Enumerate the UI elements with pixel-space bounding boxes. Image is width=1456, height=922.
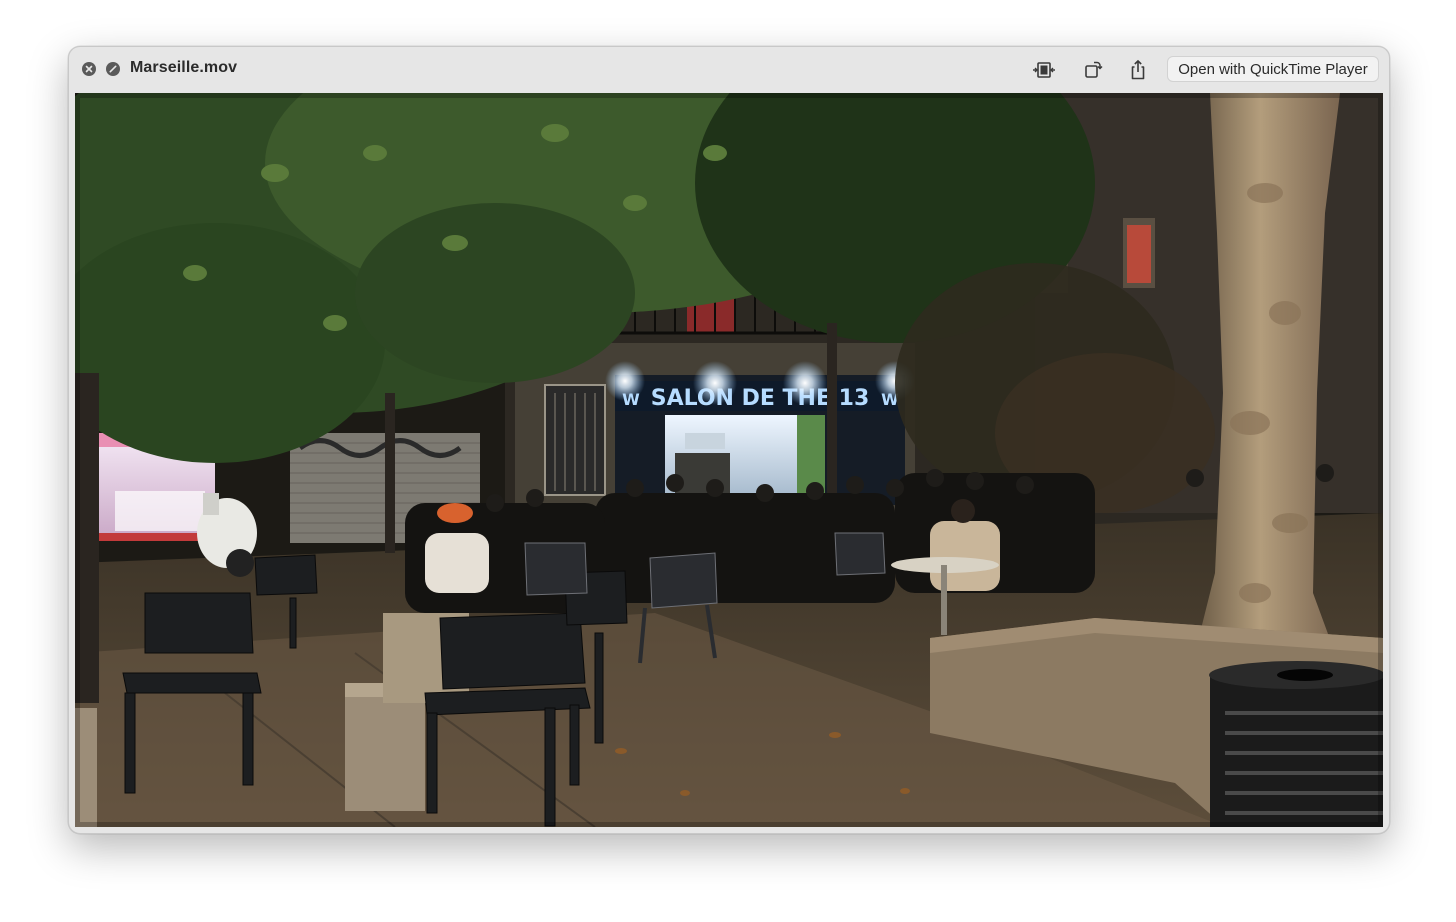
close-button[interactable] <box>82 62 96 76</box>
close-icon <box>85 65 93 73</box>
rotate-icon <box>1085 61 1103 78</box>
share-button[interactable] <box>1125 58 1151 82</box>
minimize-icon <box>109 65 117 73</box>
share-icon <box>1131 59 1145 80</box>
rotate-button[interactable] <box>1080 58 1106 82</box>
open-with-quicktime-button[interactable]: Open with QuickTime Player <box>1167 56 1379 82</box>
trim-button[interactable] <box>1031 58 1057 82</box>
video-still-image: SALON DE THE 13 W W <box>75 93 1383 827</box>
quicklook-window: Marseille.mov Open with QuickTime Player… <box>68 46 1390 834</box>
minimize-button[interactable] <box>106 62 120 76</box>
title-bar: Marseille.mov Open with QuickTime Player <box>69 47 1389 93</box>
window-title: Marseille.mov <box>130 59 238 76</box>
trim-icon <box>1033 62 1055 78</box>
video-frame[interactable]: SALON DE THE 13 W W <box>75 93 1383 827</box>
